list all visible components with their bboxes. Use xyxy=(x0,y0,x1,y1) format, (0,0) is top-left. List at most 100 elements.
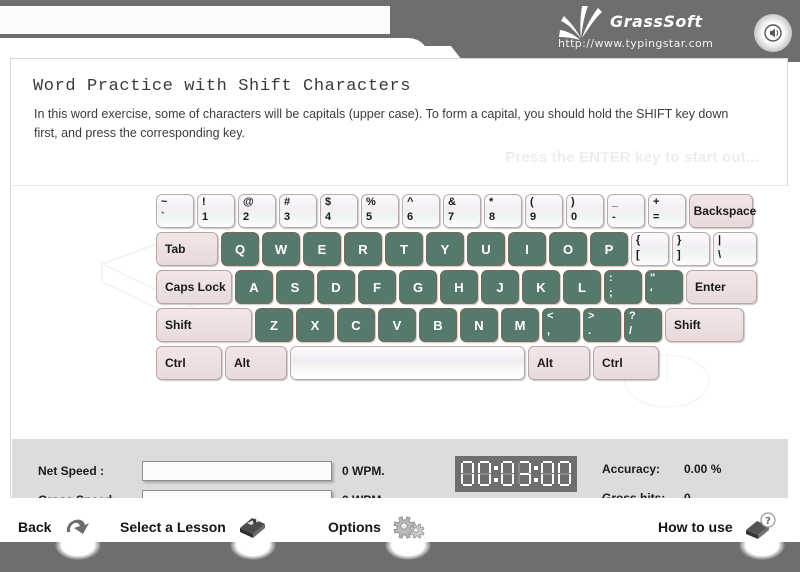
key-label: W xyxy=(274,241,288,257)
key-ctrl[interactable]: Ctrl xyxy=(593,346,659,380)
options-label: Options xyxy=(328,519,381,535)
key-label xyxy=(291,347,524,379)
key-j[interactable]: J xyxy=(481,270,519,304)
key-label: Alt xyxy=(234,356,250,370)
select-lesson-button[interactable]: Select a Lesson xyxy=(120,510,276,560)
key-k[interactable]: K xyxy=(522,270,560,304)
select-lesson-label: Select a Lesson xyxy=(120,519,226,535)
title-bar-field[interactable] xyxy=(0,6,390,34)
key-label: I xyxy=(525,241,529,257)
page-title: Word Practice with Shift Characters xyxy=(33,77,412,96)
key-label: U xyxy=(481,241,491,257)
key-label: M xyxy=(514,317,526,333)
key-base-char: , xyxy=(547,325,551,337)
key-n[interactable]: N xyxy=(460,308,498,342)
result-value: 0.00 % xyxy=(684,462,722,476)
key-h[interactable]: H xyxy=(440,270,478,304)
key-base-char: 2 xyxy=(243,211,250,223)
key-b[interactable]: B xyxy=(419,308,457,342)
result-label: Accuracy: xyxy=(602,462,661,476)
key-shift[interactable]: Shift xyxy=(156,308,252,342)
key-1[interactable]: ! 1 xyxy=(197,194,235,228)
key-i[interactable]: I xyxy=(508,232,546,266)
key--[interactable]: _ - xyxy=(607,194,645,228)
key-label: Z xyxy=(270,317,278,333)
key-m[interactable]: M xyxy=(501,308,539,342)
key-base-char: / xyxy=(629,325,633,337)
brand-url: http://www.typingstar.com xyxy=(558,37,714,50)
key-caps-lock[interactable]: Caps Lock xyxy=(156,270,232,304)
back-label: Back xyxy=(18,519,52,535)
key-2[interactable]: @2 xyxy=(238,194,276,228)
key-8[interactable]: * 8 xyxy=(484,194,522,228)
key-alt[interactable]: Alt xyxy=(225,346,287,380)
key-t[interactable]: T xyxy=(385,232,423,266)
key-o[interactable]: O xyxy=(549,232,587,266)
options-button[interactable]: Options xyxy=(328,510,431,560)
key-c[interactable]: C xyxy=(337,308,375,342)
timer-display xyxy=(455,456,577,492)
key-y[interactable]: Y xyxy=(426,232,464,266)
lcd-colon xyxy=(534,461,538,487)
gears-icon xyxy=(384,512,431,560)
keyboard-area: ~ `! 1 @2 #3 $4% 5 ^ 6 & 7 * 8(9) 0 _ - + = Backspace Tab Q W… xyxy=(12,185,788,440)
key-enter[interactable]: Enter xyxy=(686,270,757,304)
key-[[interactable]: {[ xyxy=(631,232,669,266)
key-a[interactable]: A xyxy=(235,270,273,304)
key-s[interactable]: S xyxy=(276,270,314,304)
key-key[interactable] xyxy=(290,346,525,380)
key-f[interactable]: F xyxy=(358,270,396,304)
key-q[interactable]: Q xyxy=(221,232,259,266)
key-tab[interactable]: Tab xyxy=(156,232,218,266)
key-alt[interactable]: Alt xyxy=(528,346,590,380)
key-ctrl[interactable]: Ctrl xyxy=(156,346,222,380)
key-label: Shift xyxy=(165,318,192,332)
key-`[interactable]: ~ ` xyxy=(156,194,194,228)
key-r[interactable]: R xyxy=(344,232,382,266)
lcd-digit xyxy=(557,461,572,487)
key-9[interactable]: (9 xyxy=(525,194,563,228)
key-g[interactable]: G xyxy=(399,270,437,304)
key-4[interactable]: $4 xyxy=(320,194,358,228)
key-,[interactable]: <, xyxy=(542,308,580,342)
key-l[interactable]: L xyxy=(563,270,601,304)
key-7[interactable]: & 7 xyxy=(443,194,481,228)
back-button[interactable]: Back xyxy=(18,510,102,560)
key-shift[interactable]: Shift xyxy=(665,308,744,342)
key-u[interactable]: U xyxy=(467,232,505,266)
key-.[interactable]: >. xyxy=(583,308,621,342)
key-\[interactable]: | \ xyxy=(713,232,757,266)
key-z[interactable]: Z xyxy=(255,308,293,342)
key-base-char: ' xyxy=(650,287,653,299)
virtual-keyboard[interactable]: ~ `! 1 @2 #3 $4% 5 ^ 6 & 7 * 8(9) 0 _ - + = Backspace Tab Q W… xyxy=(156,194,757,384)
key-;[interactable]: :; xyxy=(604,270,642,304)
key-backspace[interactable]: Backspace xyxy=(689,194,756,228)
key-label: V xyxy=(392,317,402,333)
key-'[interactable]: " ' xyxy=(645,270,683,304)
key-x[interactable]: X xyxy=(296,308,334,342)
key-shift-char: > xyxy=(588,310,595,322)
key-d[interactable]: D xyxy=(317,270,355,304)
key-/[interactable]: ? / xyxy=(624,308,662,342)
books-icon xyxy=(229,512,276,560)
key-6[interactable]: ^ 6 xyxy=(402,194,440,228)
key-p[interactable]: P xyxy=(590,232,628,266)
key-shift-char: ^ xyxy=(407,196,414,208)
start-hint-text: Press the ENTER key to start out... xyxy=(505,149,759,166)
key-shift-char: $ xyxy=(325,196,332,208)
key-][interactable]: }] xyxy=(672,232,710,266)
key-w[interactable]: W xyxy=(262,232,300,266)
key-shift-char: { xyxy=(636,234,641,246)
key-3[interactable]: #3 xyxy=(279,194,317,228)
key-0[interactable]: ) 0 xyxy=(566,194,604,228)
key-e[interactable]: E xyxy=(303,232,341,266)
key-v[interactable]: V xyxy=(378,308,416,342)
result-row: Accuracy: 0.00 % xyxy=(602,462,721,476)
speed-value: 0 WPM. xyxy=(342,464,385,478)
speaker-glyph xyxy=(764,24,782,42)
key-label: C xyxy=(351,317,361,333)
key-=[interactable]: + = xyxy=(648,194,686,228)
how-to-use-button[interactable]: How to use ? xyxy=(658,510,785,560)
speaker-icon[interactable] xyxy=(754,14,792,52)
key-5[interactable]: % 5 xyxy=(361,194,399,228)
